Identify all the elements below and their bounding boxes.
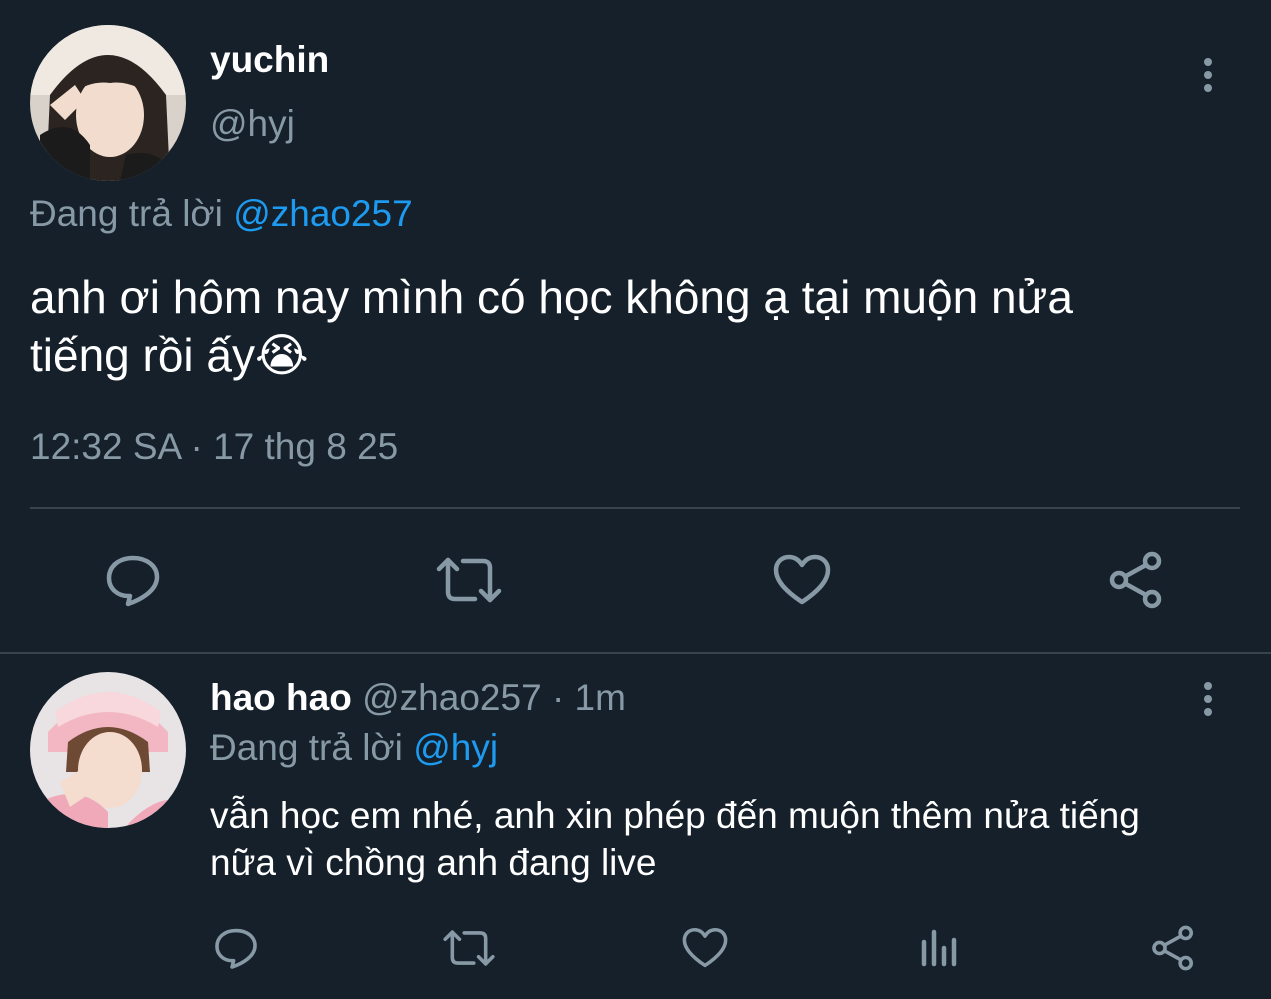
divider	[30, 507, 1240, 509]
retweet-icon	[436, 557, 502, 603]
avatar[interactable]	[30, 672, 186, 828]
more-options-icon[interactable]	[1200, 58, 1216, 97]
tweet-text: anh ơi hôm nay mình có học không ạ tại m…	[30, 268, 1073, 384]
display-name[interactable]: yuchin	[210, 38, 329, 82]
replying-to: Đang trả lời @hyj	[210, 726, 498, 770]
like-icon	[682, 927, 728, 968]
tweet-text-line-2: tiếng rồi ấy😭	[30, 326, 1073, 384]
reply-button[interactable]	[208, 922, 264, 974]
tweet-text-line-2: nữa vì chồng anh đang live	[210, 842, 657, 883]
analytics-icon	[921, 929, 957, 967]
reply-header: hao hao @zhao257 · 1m	[210, 676, 626, 720]
replying-to-label: Đang trả lời	[210, 727, 403, 768]
share-button[interactable]	[1146, 922, 1200, 974]
replying-to: Đang trả lời @zhao257	[30, 192, 413, 236]
display-name[interactable]: hao hao	[210, 677, 352, 718]
avatar-image	[30, 672, 186, 828]
replying-to-handle-link[interactable]: @hyj	[413, 727, 498, 768]
crying-emoji-icon: 😭	[255, 329, 309, 381]
like-button[interactable]	[770, 550, 834, 610]
like-button[interactable]	[678, 922, 732, 974]
share-icon	[1109, 551, 1162, 609]
like-icon	[773, 554, 831, 605]
tweet-text-line-1: anh ơi hôm nay mình có học không ạ tại m…	[30, 271, 1073, 323]
share-button[interactable]	[1104, 550, 1168, 610]
retweet-icon	[443, 930, 495, 966]
tweet-text-line-2-content: tiếng rồi ấy	[30, 329, 256, 381]
tweet-text: vẫn học em nhé, anh xin phép đến muộn th…	[210, 792, 1140, 886]
replying-to-label: Đang trả lời	[30, 193, 223, 234]
replying-to-handle-link[interactable]: @zhao257	[233, 193, 413, 234]
avatar[interactable]	[30, 25, 186, 181]
time-separator: ·	[551, 677, 565, 718]
retweet-button[interactable]	[434, 550, 504, 610]
retweet-button[interactable]	[440, 922, 498, 974]
more-options-icon[interactable]	[1200, 682, 1216, 721]
section-divider	[0, 652, 1271, 654]
timestamp[interactable]: 12:32 SA · 17 thg 8 25	[30, 425, 398, 469]
relative-time[interactable]: 1m	[575, 677, 626, 718]
analytics-button[interactable]	[914, 922, 962, 974]
avatar-image	[30, 25, 186, 181]
tweet-text-line-1: vẫn học em nhé, anh xin phép đến muộn th…	[210, 795, 1140, 836]
handle[interactable]: @hyj	[210, 102, 295, 146]
share-icon	[1152, 925, 1194, 971]
reply-button[interactable]	[100, 550, 166, 610]
reply-icon	[106, 555, 160, 607]
handle[interactable]: @zhao257	[362, 677, 542, 718]
reply-icon	[215, 928, 257, 969]
